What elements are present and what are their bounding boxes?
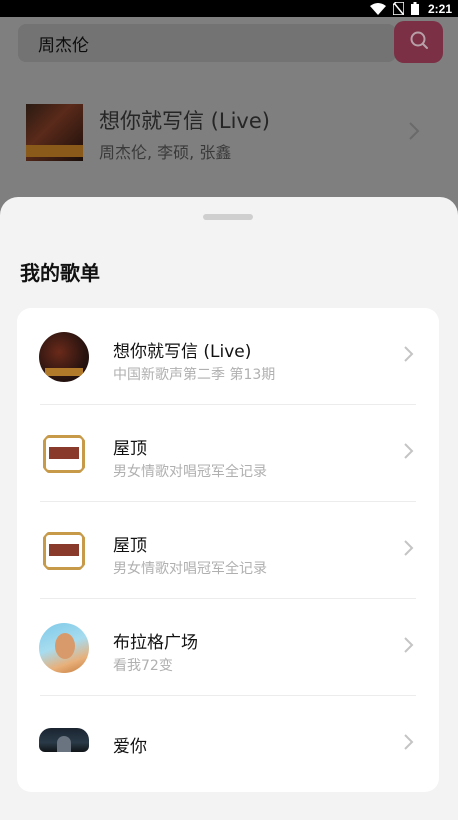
album-cover-roof — [39, 429, 89, 479]
sheet-title: 我的歌单 — [20, 261, 100, 285]
playlist-item-title: 想你就写信 (Live) — [113, 342, 252, 362]
album-cover-plaza — [39, 623, 89, 673]
playlist-item[interactable]: 想你就写信 (Live) 中国新歌声第二季 第13期 — [17, 308, 439, 405]
playlist-item-subtitle: 男女情歌对唱冠军全记录 — [113, 561, 267, 577]
playlist-item-title: 布拉格广场 — [113, 633, 198, 653]
playlist-bottom-sheet: 我的歌单 想你就写信 (Live) 中国新歌声第二季 第13期 屋顶 男女情歌对… — [0, 197, 458, 820]
no-sim-icon — [392, 2, 404, 15]
chevron-right-icon — [403, 442, 414, 464]
song-title: 想你就写信 (Live) — [99, 109, 270, 133]
status-time: 2:21 — [427, 1, 452, 16]
album-cover-love — [39, 728, 89, 752]
playlist-list: 想你就写信 (Live) 中国新歌声第二季 第13期 屋顶 男女情歌对唱冠军全记… — [17, 308, 439, 792]
song-artists: 周杰伦, 李硕, 张鑫 — [99, 143, 232, 162]
search-icon — [408, 29, 430, 55]
playlist-item-subtitle: 看我72变 — [113, 658, 173, 674]
playlist-item[interactable]: 布拉格广场 看我72变 — [17, 599, 439, 696]
drag-handle[interactable] — [203, 214, 253, 220]
chevron-right-icon — [403, 636, 414, 658]
playlist-item[interactable]: 屋顶 男女情歌对唱冠军全记录 — [17, 502, 439, 599]
search-input[interactable]: 周杰伦 — [18, 24, 396, 62]
album-cover-roof — [39, 526, 89, 576]
playlist-item[interactable]: 爱你 — [17, 696, 439, 792]
playlist-item[interactable]: 屋顶 男女情歌对唱冠军全记录 — [17, 405, 439, 502]
chevron-right-icon — [403, 345, 414, 367]
chevron-right-icon — [403, 539, 414, 561]
album-cover-image — [26, 104, 83, 161]
playlist-item-subtitle: 中国新歌声第二季 第13期 — [113, 367, 276, 383]
search-query: 周杰伦 — [38, 35, 89, 56]
status-bar: 2:21 — [0, 0, 458, 17]
chevron-right-icon — [408, 121, 420, 145]
playlist-item-subtitle: 男女情歌对唱冠军全记录 — [113, 464, 267, 480]
chevron-right-icon — [403, 733, 414, 755]
search-button[interactable] — [394, 21, 443, 63]
playlist-item-title: 爱你 — [113, 737, 147, 757]
playlist-item-title: 屋顶 — [113, 439, 147, 459]
battery-icon — [410, 2, 419, 15]
wifi-icon — [369, 2, 386, 15]
album-cover-live — [39, 332, 89, 382]
playlist-item-title: 屋顶 — [113, 536, 147, 556]
song-result-row[interactable]: 想你就写信 (Live) 周杰伦, 李硕, 张鑫 — [0, 87, 458, 177]
